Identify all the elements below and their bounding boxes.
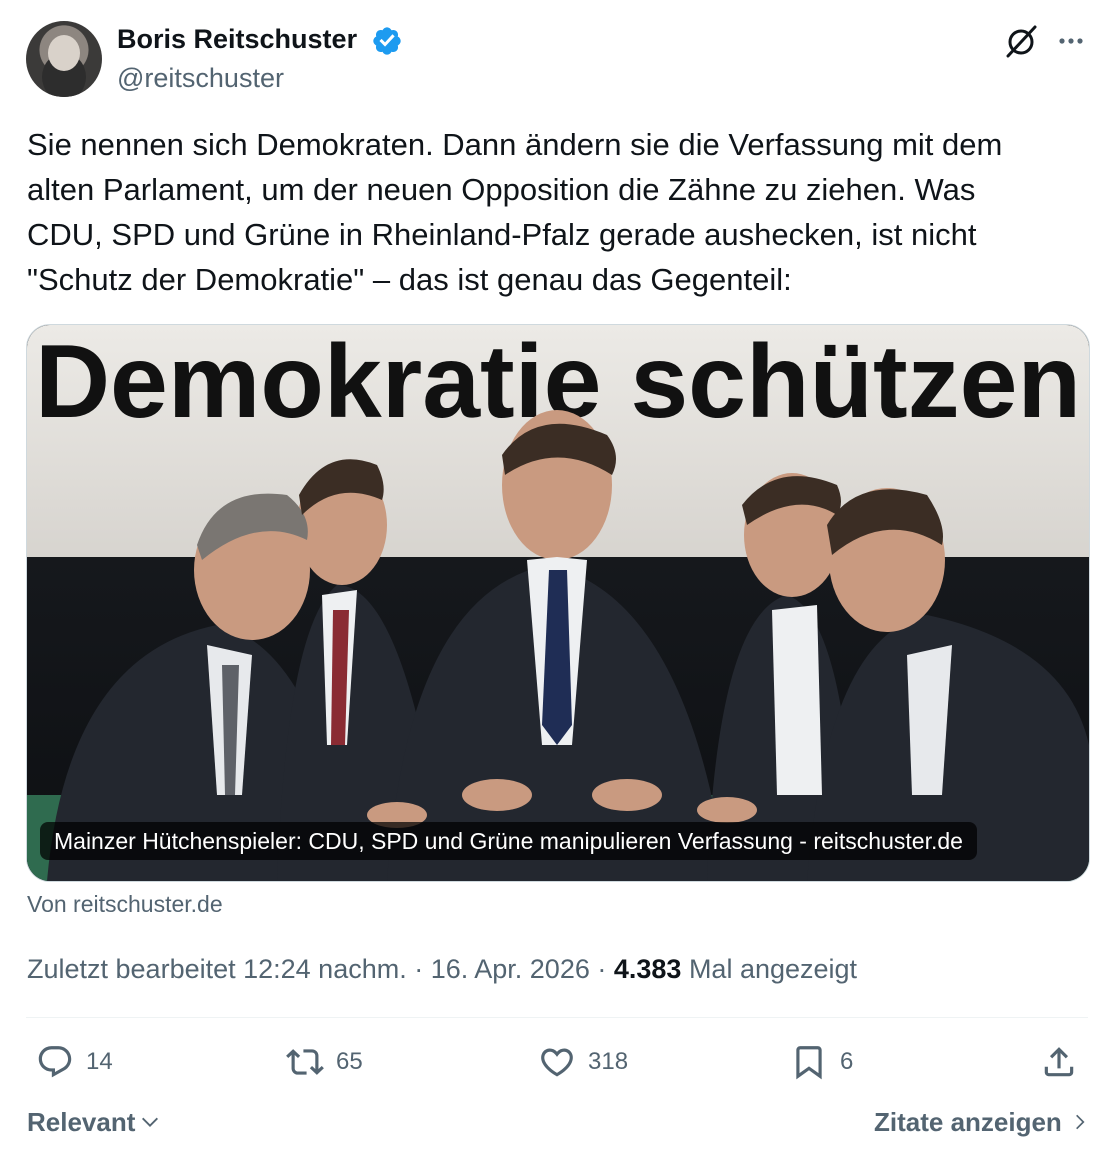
view-count: 4.383 — [613, 954, 682, 984]
author-name[interactable]: Boris Reitschuster — [117, 22, 357, 56]
reply-count: 14 — [86, 1048, 113, 1075]
chevron-down-icon — [142, 1117, 159, 1127]
quotes-label: Zitate anzeigen — [874, 1107, 1062, 1137]
chevron-right-icon — [1075, 1114, 1085, 1130]
like-count: 318 — [588, 1048, 629, 1075]
link-card[interactable]: Demokratie schützen — [26, 324, 1090, 882]
sort-dropdown[interactable]: Relevant — [27, 1104, 161, 1140]
like-button[interactable]: 318 — [538, 1040, 628, 1084]
bookmark-button[interactable]: 6 — [790, 1040, 853, 1084]
repost-button[interactable]: 65 — [286, 1040, 363, 1084]
more-icon[interactable] — [1052, 22, 1090, 60]
reply-button[interactable]: 14 — [36, 1040, 113, 1084]
avatar[interactable] — [26, 21, 102, 97]
bookmark-icon — [796, 1046, 822, 1080]
heart-icon — [541, 1048, 573, 1077]
edited-timestamp[interactable]: Zuletzt bearbeitet 12:24 nachm. · 16. Ap… — [27, 954, 614, 984]
share-button[interactable] — [1040, 1040, 1078, 1084]
grok-icon[interactable] — [1002, 22, 1040, 60]
repost-count: 65 — [336, 1048, 363, 1075]
share-icon — [1044, 1047, 1074, 1077]
tweet-meta: Zuletzt bearbeitet 12:24 nachm. · 16. Ap… — [27, 951, 857, 987]
views-suffix: Mal angezeigt — [681, 954, 858, 984]
card-caption: Mainzer Hütchenspieler: CDU, SPD und Grü… — [40, 822, 977, 860]
reply-icon — [38, 1046, 72, 1078]
card-source[interactable]: Von reitschuster.de — [27, 889, 223, 919]
repost-icon — [286, 1049, 324, 1075]
show-quotes-link[interactable]: Zitate anzeigen — [874, 1104, 1090, 1140]
sort-label: Relevant — [27, 1107, 136, 1137]
verified-badge-icon — [373, 27, 401, 55]
divider — [26, 1017, 1088, 1018]
bookmark-count: 6 — [840, 1048, 854, 1075]
card-image: Demokratie schützen — [27, 325, 1089, 881]
author-handle[interactable]: @reitschuster — [117, 61, 284, 95]
tweet-text: Sie nennen sich Demokraten. Dann ändern … — [27, 127, 1003, 297]
